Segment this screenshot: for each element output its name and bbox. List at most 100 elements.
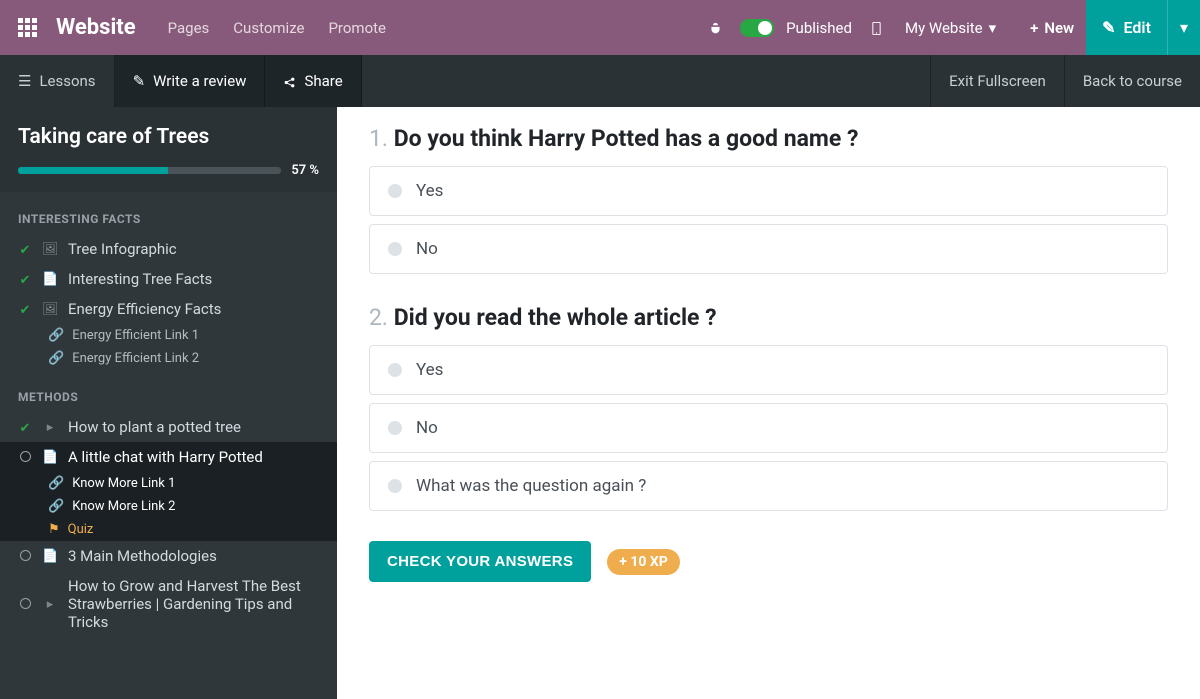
nav-pages[interactable]: Pages xyxy=(168,19,210,37)
sublink-label: Know More Link 2 xyxy=(72,499,175,514)
lesson-item[interactable]: 📄 3 Main Methodologies xyxy=(0,541,337,571)
question-number: 1. xyxy=(369,125,388,152)
section-facts-label: INTERESTING FACTS xyxy=(0,192,337,234)
progress-pct: 57 % xyxy=(291,163,319,178)
question-title: 2. Did you read the whole article ? xyxy=(369,304,1168,331)
progress-row: 57 % xyxy=(18,163,319,178)
published-toggle[interactable] xyxy=(740,19,774,37)
plus-icon: + xyxy=(1030,19,1038,37)
quiz-actions: CHECK YOUR ANSWERS + 10 XP xyxy=(369,541,1168,582)
lesson-label: Interesting Tree Facts xyxy=(68,270,319,288)
topbar-right: Published My Website ▾ + New ✎ Edit ▾ xyxy=(709,0,1200,55)
course-header: Taking care of Trees 57 % xyxy=(0,107,337,192)
edit-label: Edit xyxy=(1124,18,1151,37)
lesson-label: Tree Infographic xyxy=(68,240,319,258)
lesson-item[interactable]: ✔ 🖼 Energy Efficiency Facts xyxy=(0,294,337,324)
answer-option[interactable]: No xyxy=(369,224,1168,274)
radio-icon xyxy=(388,363,402,377)
lesson-item-active[interactable]: 📄 A little chat with Harry Potted xyxy=(0,442,337,472)
chevron-down-icon: ▾ xyxy=(1180,18,1188,37)
answer-option[interactable]: No xyxy=(369,403,1168,453)
review-button[interactable]: ✎ Write a review xyxy=(115,55,266,107)
lesson-item[interactable]: ✔ 🖼 Tree Infographic xyxy=(0,234,337,264)
published-label: Published xyxy=(786,19,852,37)
check-icon: ✔ xyxy=(18,418,32,436)
website-dropdown[interactable]: My Website ▾ xyxy=(905,19,996,37)
sublink-label: Know More Link 1 xyxy=(72,476,175,491)
edit-dropdown[interactable]: ▾ xyxy=(1167,0,1200,55)
lesson-label: How to plant a potted tree xyxy=(68,418,319,436)
mobile-icon[interactable] xyxy=(870,18,883,37)
answer-label: Yes xyxy=(416,360,443,380)
answer-option[interactable]: What was the question again ? xyxy=(369,461,1168,511)
image-icon: 🖼 xyxy=(42,302,58,317)
lesson-sublink[interactable]: 🔗 Know More Link 2 xyxy=(0,495,337,518)
share-button[interactable]: Share xyxy=(265,55,361,107)
check-icon: ✔ xyxy=(18,240,32,258)
circle-icon xyxy=(18,595,32,613)
link-icon: 🔗 xyxy=(48,499,64,514)
play-icon: ▸ xyxy=(42,597,58,612)
progress-bar xyxy=(18,167,281,174)
question-number: 2. xyxy=(369,304,388,331)
doc-icon: 📄 xyxy=(42,549,58,564)
back-to-course-button[interactable]: Back to course xyxy=(1064,55,1200,107)
secondbar-right: Exit Fullscreen Back to course xyxy=(930,55,1200,107)
lesson-sublink[interactable]: 🔗 Energy Efficient Link 2 xyxy=(0,347,337,370)
course-title: Taking care of Trees xyxy=(18,125,319,149)
check-icon: ✔ xyxy=(18,300,32,318)
nav-promote[interactable]: Promote xyxy=(328,19,386,37)
link-icon: 🔗 xyxy=(48,351,64,366)
radio-icon xyxy=(388,242,402,256)
bug-icon[interactable] xyxy=(709,18,722,37)
radio-icon xyxy=(388,184,402,198)
progress-fill xyxy=(18,167,168,174)
exit-fullscreen-button[interactable]: Exit Fullscreen xyxy=(930,55,1064,107)
lesson-sublink[interactable]: 🔗 Know More Link 1 xyxy=(0,472,337,495)
answer-label: Yes xyxy=(416,181,443,201)
xp-badge: + 10 XP xyxy=(607,549,680,575)
secondbar: ☰ Lessons ✎ Write a review Share Exit Fu… xyxy=(0,55,1200,107)
lessons-label: Lessons xyxy=(39,72,95,90)
sidebar: Taking care of Trees 57 % INTERESTING FA… xyxy=(0,107,337,699)
brand[interactable]: Website xyxy=(56,15,136,40)
lesson-label: Energy Efficiency Facts xyxy=(68,300,319,318)
lesson-item[interactable]: ▸ How to Grow and Harvest The Best Straw… xyxy=(0,571,337,637)
lesson-quiz[interactable]: ⚑ Quiz xyxy=(0,518,337,541)
answer-option[interactable]: Yes xyxy=(369,166,1168,216)
content: 1. Do you think Harry Potted has a good … xyxy=(337,107,1200,699)
circle-icon xyxy=(18,547,32,565)
sublink-label: Energy Efficient Link 1 xyxy=(72,328,199,343)
answer-label: No xyxy=(416,418,438,438)
answer-label: No xyxy=(416,239,438,259)
nav-customize[interactable]: Customize xyxy=(233,19,304,37)
answer-label: What was the question again ? xyxy=(416,476,646,496)
quiz-label: Quiz xyxy=(68,522,94,537)
lessons-button[interactable]: ☰ Lessons xyxy=(0,55,115,107)
lesson-label: A little chat with Harry Potted xyxy=(68,448,319,466)
lesson-sublink[interactable]: 🔗 Energy Efficient Link 1 xyxy=(0,324,337,347)
link-icon: 🔗 xyxy=(48,476,64,491)
main: Taking care of Trees 57 % INTERESTING FA… xyxy=(0,107,1200,699)
answer-option[interactable]: Yes xyxy=(369,345,1168,395)
link-icon: 🔗 xyxy=(48,328,64,343)
question-block: 2. Did you read the whole article ? Yes … xyxy=(369,304,1168,511)
apps-icon[interactable] xyxy=(18,18,38,38)
share-icon xyxy=(283,72,296,90)
pencil-icon: ✎ xyxy=(1102,18,1115,37)
check-answers-button[interactable]: CHECK YOUR ANSWERS xyxy=(369,541,591,582)
new-button[interactable]: + New xyxy=(1018,19,1086,37)
play-icon: ▸ xyxy=(42,420,58,435)
lesson-label: How to Grow and Harvest The Best Strawbe… xyxy=(68,577,319,631)
edit-button[interactable]: ✎ Edit xyxy=(1086,0,1167,55)
question-text: Do you think Harry Potted has a good nam… xyxy=(394,125,859,152)
doc-icon: 📄 xyxy=(42,272,58,287)
image-icon: 🖼 xyxy=(42,242,58,257)
lesson-item[interactable]: ✔ ▸ How to plant a potted tree xyxy=(0,412,337,442)
hamburger-icon: ☰ xyxy=(18,72,31,90)
question-block: 1. Do you think Harry Potted has a good … xyxy=(369,125,1168,274)
review-label: Write a review xyxy=(153,72,246,90)
lesson-item[interactable]: ✔ 📄 Interesting Tree Facts xyxy=(0,264,337,294)
pencil-icon: ✎ xyxy=(133,72,146,90)
sublink-label: Energy Efficient Link 2 xyxy=(72,351,199,366)
